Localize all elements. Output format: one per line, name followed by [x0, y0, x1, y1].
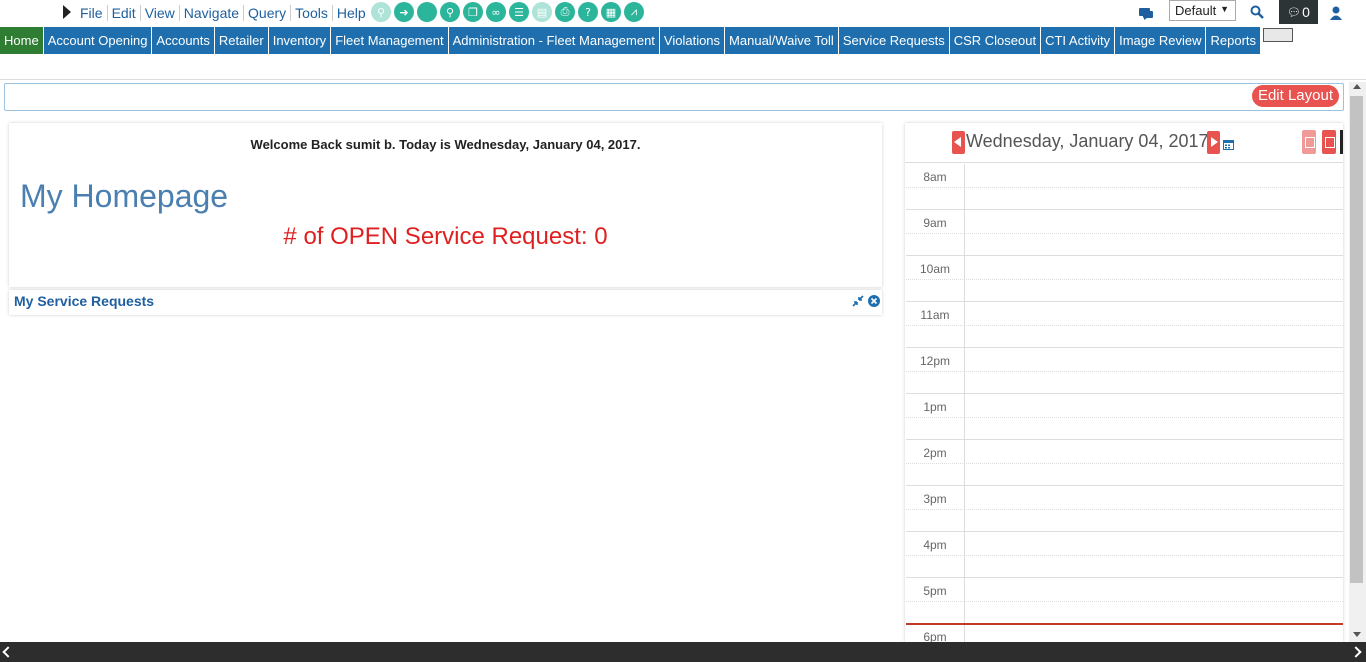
table-icon[interactable]: ▦: [601, 2, 621, 22]
menu-file[interactable]: File: [76, 5, 108, 21]
profile-select-value: Default: [1175, 3, 1217, 18]
calendar-header: Wednesday, January 04, 2017: [905, 123, 1343, 163]
view-separator: [1340, 130, 1343, 154]
hour-slot[interactable]: 1pm: [906, 394, 1343, 440]
nav-reports[interactable]: Reports: [1206, 27, 1262, 54]
nav-violations[interactable]: Violations: [659, 27, 726, 54]
hour-slot[interactable]: 6pm: [906, 624, 1343, 642]
calendar-day-grid[interactable]: 8am 9am 10am 11am 12pm 1pm 2pm 3pm 4pm 5…: [906, 164, 1343, 642]
nav-manual-waive-toll[interactable]: Manual/Waive Toll: [725, 27, 839, 54]
hour-slot[interactable]: 11am: [906, 302, 1343, 348]
calendar-picker-icon[interactable]: [1223, 139, 1234, 150]
previous-day-button[interactable]: [952, 131, 965, 154]
chart-icon[interactable]: ⩘: [624, 2, 644, 22]
menu-navigate[interactable]: Navigate: [180, 5, 245, 21]
menu-tools[interactable]: Tools: [291, 5, 333, 21]
notification-count: 0: [1302, 4, 1310, 20]
go-icon[interactable]: ➜: [394, 2, 414, 22]
scroll-down-icon[interactable]: [1353, 632, 1361, 637]
menu-bar: File Edit View Navigate Query Tools Help: [76, 0, 370, 26]
search-icon[interactable]: [1250, 5, 1264, 19]
hour-slot[interactable]: 9am: [906, 210, 1343, 256]
scroll-up-icon[interactable]: [1353, 84, 1361, 89]
hour-slot[interactable]: 12pm: [906, 348, 1343, 394]
hour-slot[interactable]: 5pm: [906, 578, 1343, 624]
menu-view[interactable]: View: [141, 5, 180, 21]
homepage-panel: Welcome Back sumit b. Today is Wednesday…: [9, 123, 882, 287]
list-icon[interactable]: ☰: [509, 2, 529, 22]
vertical-scrollbar[interactable]: [1349, 82, 1366, 642]
find-icon[interactable]: ⚲: [440, 2, 460, 22]
service-requests-panel: My Service Requests: [9, 290, 882, 315]
circle-icon[interactable]: [417, 2, 437, 22]
hour-slot[interactable]: 3pm: [906, 486, 1343, 532]
close-icon[interactable]: [868, 295, 880, 307]
menu-edit[interactable]: Edit: [108, 5, 141, 21]
welcome-message: Welcome Back sumit b. Today is Wednesday…: [250, 137, 641, 152]
hour-slot[interactable]: 2pm: [906, 440, 1343, 486]
profile-select[interactable]: Default ▼: [1169, 0, 1236, 21]
calendar-date: Wednesday, January 04, 2017: [966, 131, 1209, 151]
link-icon[interactable]: ∞: [486, 2, 506, 22]
comment-icon: 💬︎: [1287, 6, 1302, 19]
service-requests-title: My Service Requests: [14, 293, 155, 309]
horizontal-scrollbar[interactable]: [0, 642, 1366, 662]
nav-account-opening[interactable]: Account Opening: [43, 27, 153, 54]
collapse-icon[interactable]: [852, 295, 864, 307]
top-toolbar: File Edit View Navigate Query Tools Help…: [0, 0, 1366, 26]
copy-icon[interactable]: ❐: [463, 2, 483, 22]
hour-slot[interactable]: 4pm: [906, 532, 1343, 578]
help-icon[interactable]: ?: [578, 2, 598, 22]
next-day-button[interactable]: [1207, 131, 1220, 154]
nav-service-requests[interactable]: Service Requests: [838, 27, 950, 54]
current-time-line: [906, 623, 1343, 625]
print-icon[interactable]: ⎙: [555, 2, 575, 22]
nav-accounts[interactable]: Accounts: [152, 27, 215, 54]
divider: [0, 79, 1366, 80]
edit-layout-button[interactable]: Edit Layout: [1251, 85, 1339, 107]
hour-label: 6pm: [906, 624, 965, 642]
layout-bar: Edit Layout: [4, 83, 1344, 111]
hour-slot[interactable]: 8am: [906, 164, 1343, 210]
chevron-down-icon: ▼: [1220, 4, 1229, 14]
month-view-button[interactable]: [1302, 130, 1316, 154]
menu-help[interactable]: Help: [333, 5, 370, 21]
hour-slot[interactable]: 10am: [906, 256, 1343, 302]
nav-more-button[interactable]: [1263, 28, 1294, 42]
menu-query[interactable]: Query: [244, 5, 292, 21]
nav-administration-fleet[interactable]: Administration - Fleet Management: [448, 27, 660, 54]
page-title: My Homepage: [20, 178, 229, 214]
open-service-request-count: # of OPEN Service Request: 0: [283, 223, 608, 250]
notes-icon[interactable]: ▤: [532, 2, 552, 22]
calendar-panel: Wednesday, January 04, 2017 8am 9am 10am…: [905, 123, 1343, 642]
main-nav: Home Account Opening Accounts Retailer I…: [0, 27, 1294, 54]
nav-csr-closeout[interactable]: CSR Closeout: [949, 27, 1042, 54]
search-icon[interactable]: ⚲: [371, 2, 391, 22]
nav-image-review[interactable]: Image Review: [1115, 27, 1207, 54]
nav-retailer[interactable]: Retailer: [214, 27, 269, 54]
chat-icon[interactable]: [1138, 7, 1154, 20]
day-view-button[interactable]: [1322, 130, 1336, 154]
toolbar-icons: ⚲ ➜ ⚲ ❐ ∞ ☰ ▤ ⎙ ? ▦ ⩘: [371, 2, 644, 22]
nav-home[interactable]: Home: [0, 27, 44, 54]
nav-inventory[interactable]: Inventory: [268, 27, 332, 54]
nav-cti-activity[interactable]: CTI Activity: [1041, 27, 1116, 54]
nav-fleet-management[interactable]: Fleet Management: [331, 27, 449, 54]
expand-arrow-icon[interactable]: [63, 5, 71, 19]
scroll-right-icon[interactable]: [1350, 646, 1362, 658]
scroll-left-icon[interactable]: [2, 646, 14, 658]
user-icon[interactable]: [1328, 5, 1344, 21]
notifications-button[interactable]: 💬︎ 0: [1279, 0, 1318, 24]
scrollbar-thumb[interactable]: [1350, 96, 1363, 583]
